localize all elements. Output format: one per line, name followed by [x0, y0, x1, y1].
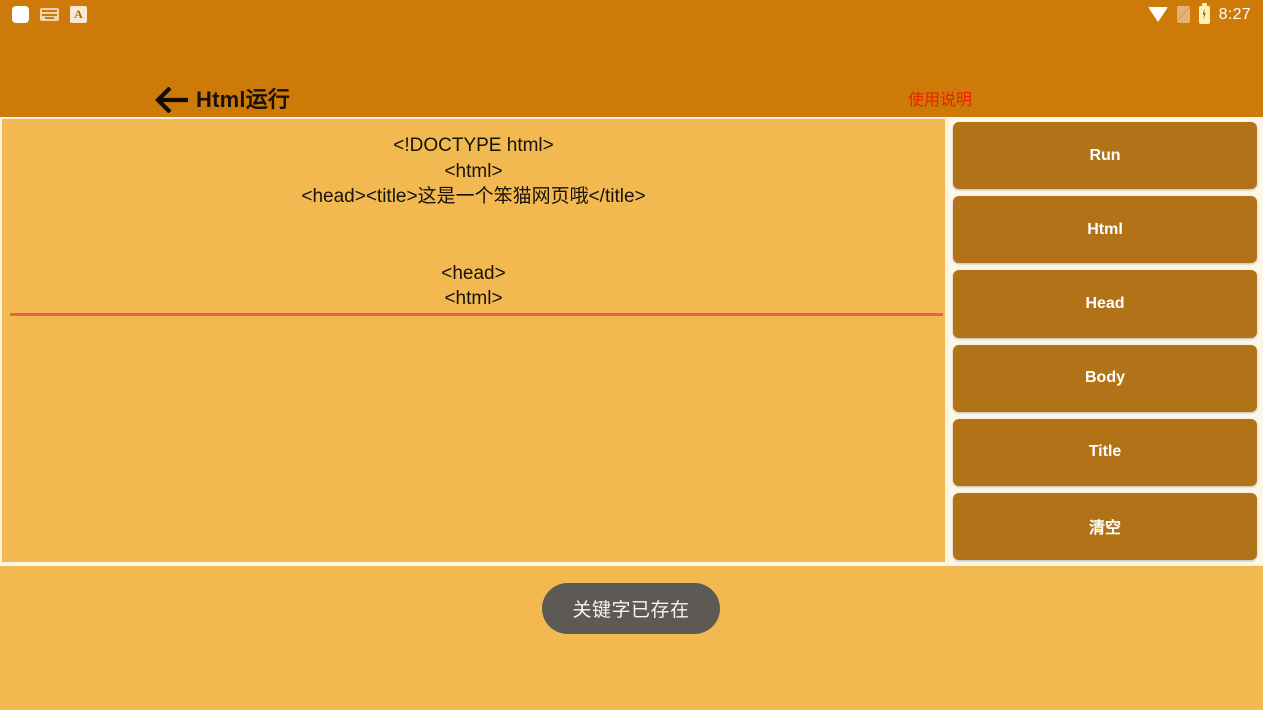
editor-caret-line — [10, 313, 943, 316]
status-bar-clock: 8:27 — [1218, 5, 1251, 23]
status-bar-left-icons: A — [12, 6, 87, 23]
html-runner-screen: A 8:27 Html运行 使用说明 <!DOCTYPE html> <html… — [0, 0, 1263, 710]
app-square-icon — [12, 6, 29, 23]
title-button[interactable]: Title — [953, 418, 1257, 486]
page-title: Html运行 — [196, 87, 291, 112]
code-editor-text: <!DOCTYPE html> <html> <head><title>这是一个… — [301, 135, 646, 309]
status-bar: A 8:27 — [0, 0, 1263, 29]
code-editor[interactable]: <!DOCTYPE html> <html> <head><title>这是一个… — [2, 119, 945, 562]
keyboard-icon — [40, 8, 59, 21]
html-button[interactable]: Html — [953, 196, 1257, 264]
letter-a-icon: A — [70, 6, 87, 23]
action-button-column: Run Html Head Body Title 清空 — [949, 117, 1263, 565]
head-button[interactable]: Head — [953, 270, 1257, 338]
toast-message: 关键字已存在 — [542, 583, 720, 634]
help-instructions-link[interactable]: 使用说明 — [908, 91, 972, 111]
wifi-icon — [1147, 7, 1168, 22]
run-button[interactable]: Run — [953, 122, 1257, 190]
status-bar-right-icons: 8:27 — [1147, 2, 1251, 24]
back-arrow-icon[interactable] — [155, 87, 189, 113]
clear-button[interactable]: 清空 — [953, 492, 1257, 561]
app-header: Html运行 使用说明 — [0, 29, 1263, 117]
sim-card-icon — [1176, 6, 1190, 23]
body-button[interactable]: Body — [953, 344, 1257, 412]
battery-charging-icon — [1198, 2, 1210, 24]
